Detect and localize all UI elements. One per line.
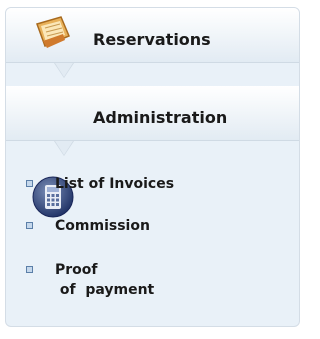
section-label-reservations: Reservations xyxy=(93,30,211,49)
bullet-icon xyxy=(26,180,33,187)
section-label-administration: Administration xyxy=(93,108,228,127)
bullet-icon xyxy=(26,266,33,273)
menu-item-label: Proof of payment xyxy=(55,262,155,298)
pointer-notch xyxy=(55,63,73,77)
navigation-panel: Reservations Administration List of Invo… xyxy=(5,7,300,327)
section-header-reservations[interactable]: Reservations xyxy=(6,8,299,63)
bullet-icon xyxy=(26,222,33,229)
menu-item-list-of-invoices[interactable]: List of Invoices xyxy=(6,172,299,196)
menu-item-proof-of-payment[interactable]: Proof of payment xyxy=(6,258,299,302)
menu-item-label: Commission xyxy=(55,218,150,234)
menu-item-commission[interactable]: Commission xyxy=(6,214,299,238)
menu-item-label: List of Invoices xyxy=(55,176,175,192)
book-icon xyxy=(36,16,70,48)
pointer-notch xyxy=(55,141,73,155)
section-header-administration[interactable]: Administration xyxy=(6,86,299,218)
